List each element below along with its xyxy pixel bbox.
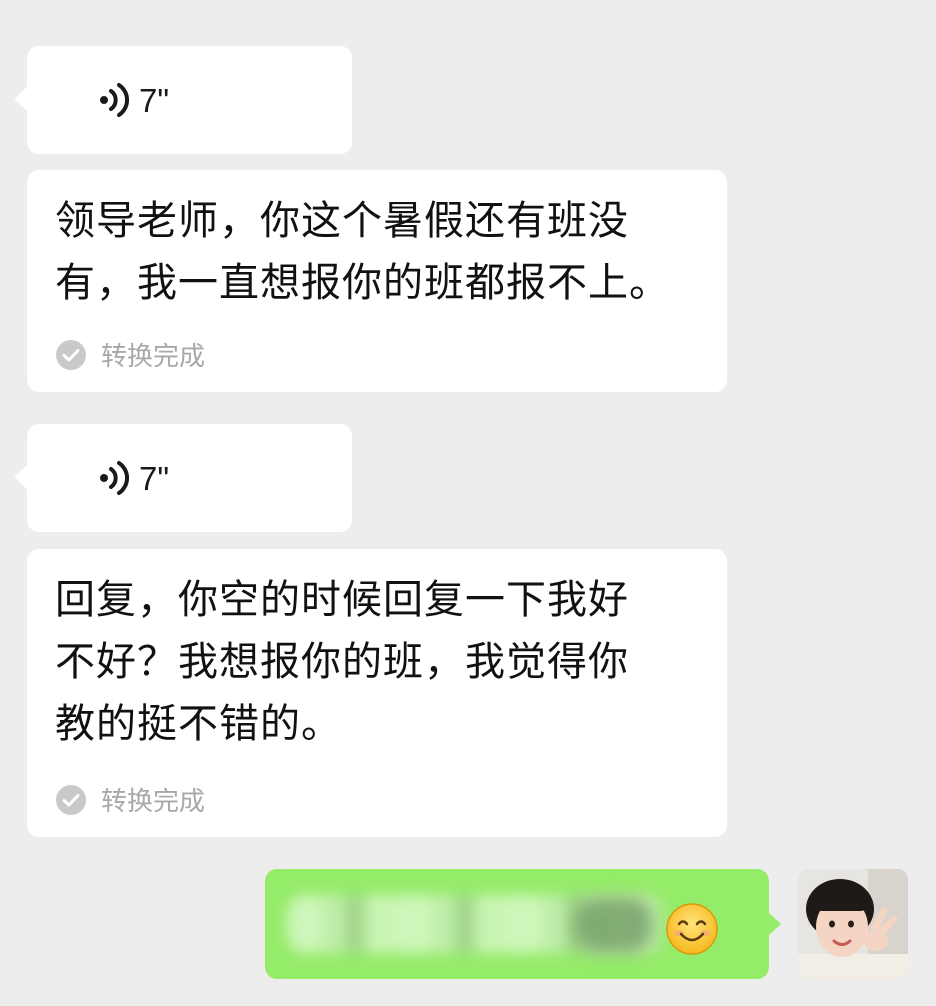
voice-message-bubble[interactable]: 7" [14,46,352,154]
bubble-tail [768,912,781,936]
transcript-text: 回复，你空的时候回复一下我好 不好？我想报你的班，我觉得你 教的挺不错的。 [55,577,629,747]
outgoing-message-bubble[interactable] [265,869,769,979]
check-circle-icon [55,339,87,371]
smiling-face-emoji [665,902,719,956]
status-label: 转换完成 [101,342,206,372]
status-label: 转换完成 [101,787,206,817]
user-avatar[interactable] [798,869,908,979]
bubble-tail [14,86,28,112]
transcript-card[interactable]: 领导老师，你这个暑假还有班没 有，我一直想报你的班都报不上。 转换完成 [27,170,727,392]
voice-message-content: 7" [99,460,169,496]
voice-message-bubble[interactable]: 7" [14,424,352,532]
conversion-status: 转换完成 [55,781,205,818]
voice-duration: 7" [139,81,170,119]
bubble-tail [14,464,28,490]
check-circle-icon [55,784,87,816]
voice-message-content: 7" [99,82,169,118]
voice-duration: 7" [139,459,170,497]
blurred-reply-text-fragment [575,897,653,953]
voice-wave-icon [99,460,133,496]
transcript-card[interactable]: 回复，你空的时候回复一下我好 不好？我想报你的班，我觉得你 教的挺不错的。 转换… [27,549,727,837]
voice-wave-icon [99,82,133,118]
conversion-status: 转换完成 [55,336,205,373]
transcript-text: 领导老师，你这个暑假还有班没 有，我一直想报你的班都报不上。 [55,198,670,306]
